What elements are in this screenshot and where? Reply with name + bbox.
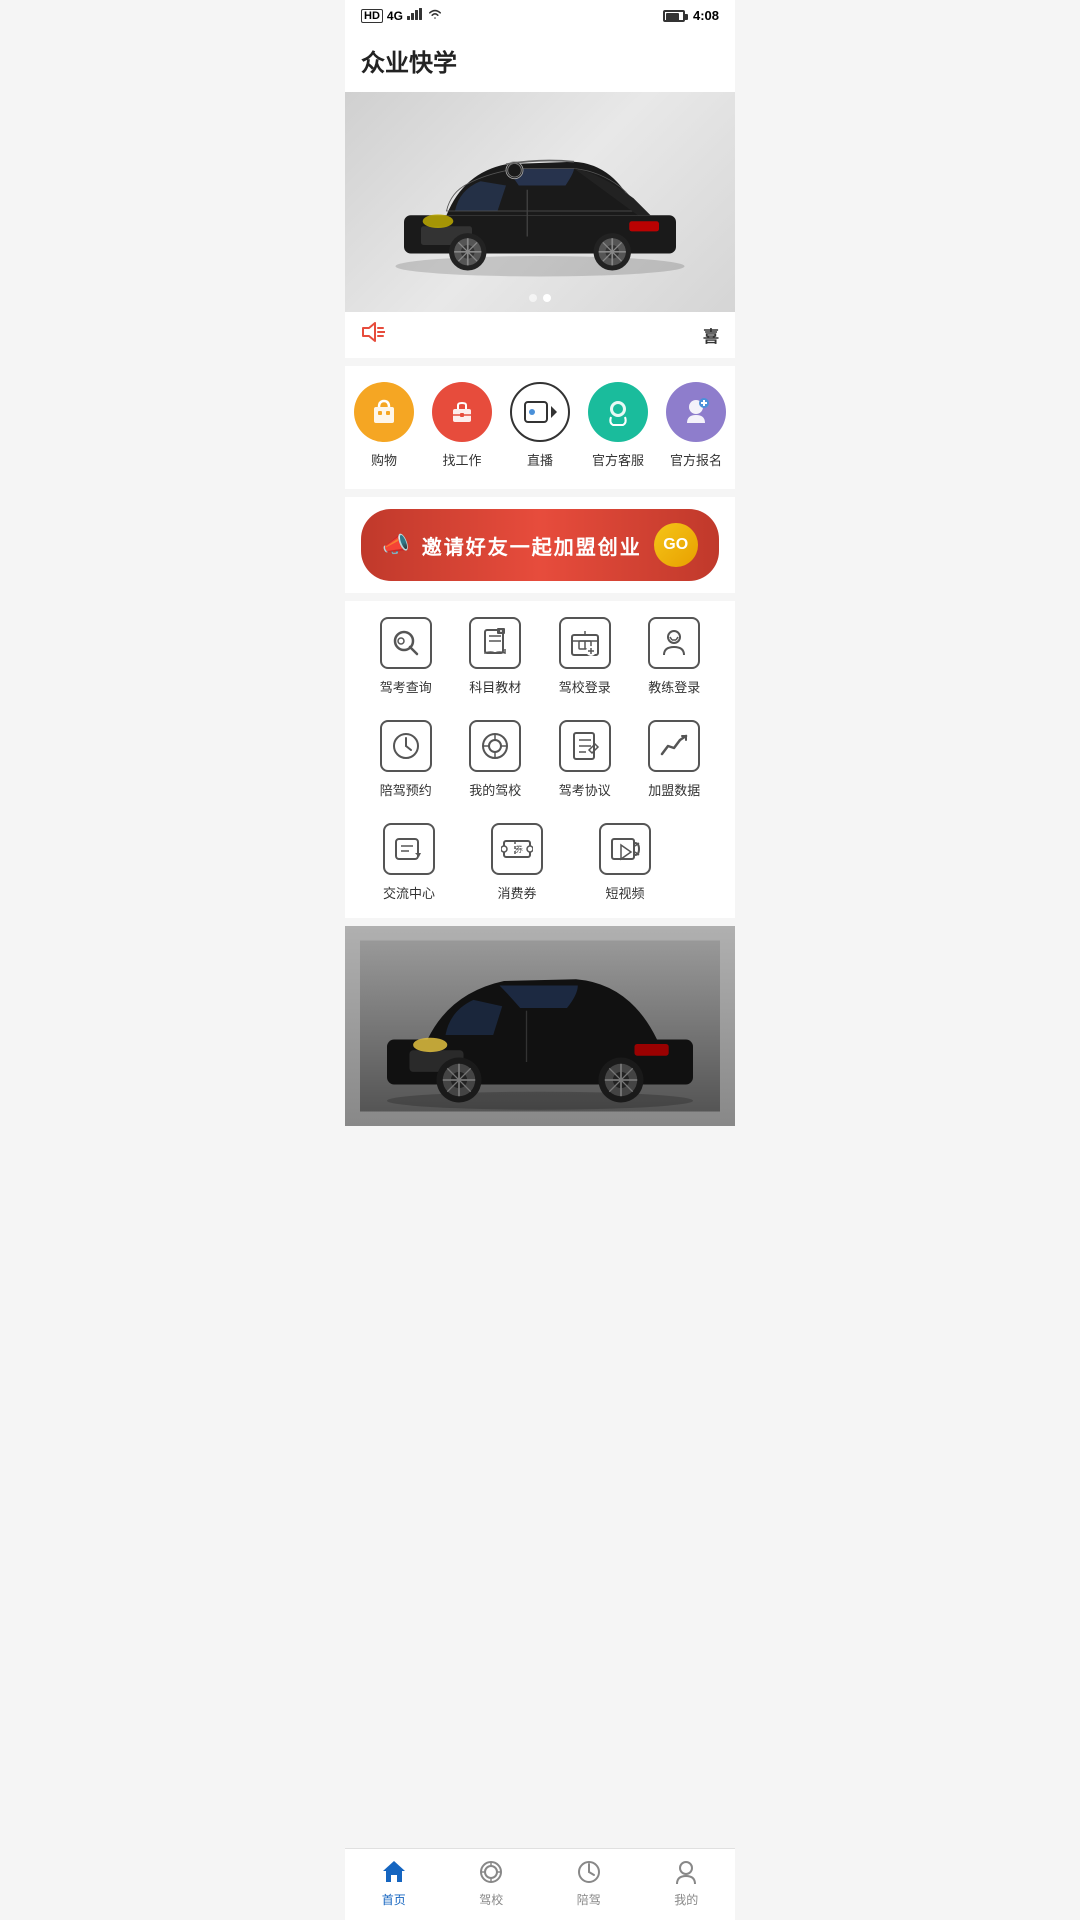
menu-item-shopping[interactable]: 购物 [354, 382, 414, 469]
mine-icon [671, 1857, 701, 1887]
join-data-label: 加盟数据 [648, 780, 700, 799]
megaphone-icon: 📣 [382, 532, 409, 558]
driving-school-icon [476, 1857, 506, 1887]
join-data-icon [648, 720, 700, 772]
quick-menu: 购物 找工作 直播 [345, 366, 735, 489]
menu-item-service[interactable]: 官方客服 [588, 382, 648, 469]
exchange-icon [383, 823, 435, 875]
menu-item-register[interactable]: 官方报名 [666, 382, 726, 469]
menu-item-live[interactable]: 直播 [510, 382, 570, 469]
nav-escort[interactable]: 陪驾 [574, 1857, 604, 1908]
exam-query-label: 驾考查询 [380, 677, 432, 696]
driving-school-label: 驾校 [479, 1891, 503, 1908]
escort-icon [574, 1857, 604, 1887]
live-label: 直播 [527, 450, 553, 469]
hd-badge: HD [361, 9, 383, 23]
nav-mine[interactable]: 我的 [671, 1857, 701, 1908]
func-textbook[interactable]: 科目教材 [455, 617, 535, 696]
escort-label: 陪驾 [577, 1891, 601, 1908]
func-join-data[interactable]: 加盟数据 [634, 720, 714, 799]
func-exchange[interactable]: 交流中心 [369, 823, 449, 902]
register-label: 官方报名 [670, 450, 722, 469]
status-left: HD 4G [361, 8, 443, 23]
home-icon [379, 1857, 409, 1887]
func-exam-protocol[interactable]: 驾考协议 [545, 720, 625, 799]
func-exam-query[interactable]: 驾考查询 [366, 617, 446, 696]
service-icon [588, 382, 648, 442]
battery-icon [663, 10, 685, 22]
svg-text:券: 券 [515, 844, 523, 854]
second-banner [345, 926, 735, 1126]
coupon-label: 消费券 [497, 883, 536, 902]
func-school-login[interactable]: 驾校登录 [545, 617, 625, 696]
school-login-label: 驾校登录 [559, 677, 611, 696]
exam-query-icon [380, 617, 432, 669]
wifi-icon [427, 8, 443, 23]
signal-icon [407, 8, 423, 23]
mine-label: 我的 [674, 1891, 698, 1908]
invite-button[interactable]: 📣 邀请好友一起加盟创业 GO [361, 509, 719, 581]
textbook-label: 科目教材 [469, 677, 521, 696]
shopping-label: 购物 [371, 450, 397, 469]
app-title: 众业快学 [345, 31, 735, 92]
dot-1 [529, 294, 537, 302]
escort-book-icon [380, 720, 432, 772]
exam-protocol-icon [559, 720, 611, 772]
invite-banner-container[interactable]: 📣 邀请好友一起加盟创业 GO [345, 497, 735, 593]
func-short-video[interactable]: 短视频 [585, 823, 665, 902]
speaker-icon [361, 322, 385, 348]
textbook-icon [469, 617, 521, 669]
func-row-3: 交流中心 券 消费券 [361, 823, 719, 902]
short-video-label: 短视频 [605, 883, 644, 902]
time-display: 4:08 [693, 8, 719, 23]
func-escort-book[interactable]: 陪驾预约 [366, 720, 446, 799]
func-my-school[interactable]: 我的驾校 [455, 720, 535, 799]
banner-dots [529, 294, 551, 302]
status-right: 4:08 [663, 8, 719, 23]
hero-banner[interactable] [345, 92, 735, 312]
dot-2 [543, 294, 551, 302]
nav-driving-school[interactable]: 驾校 [476, 1857, 506, 1908]
register-icon [666, 382, 726, 442]
bottom-nav: 首页 驾校 陪驾 [345, 1848, 735, 1920]
home-label: 首页 [382, 1891, 406, 1908]
func-coupon[interactable]: 券 消费券 [477, 823, 557, 902]
func-row-2: 陪驾预约 我的驾校 [361, 720, 719, 799]
job-icon [432, 382, 492, 442]
invite-text: 邀请好友一起加盟创业 [422, 531, 642, 560]
shopping-icon [354, 382, 414, 442]
exam-protocol-label: 驾考协议 [559, 780, 611, 799]
service-label: 官方客服 [592, 450, 644, 469]
function-grid: 驾考查询 科目教材 [345, 601, 735, 918]
announcement-bar: 喜 [345, 312, 735, 358]
coach-login-icon [648, 617, 700, 669]
nav-home[interactable]: 首页 [379, 1857, 409, 1908]
my-school-label: 我的驾校 [469, 780, 521, 799]
live-icon [510, 382, 570, 442]
banner-car-image [345, 92, 735, 312]
menu-item-job[interactable]: 找工作 [432, 382, 492, 469]
func-row-1: 驾考查询 科目教材 [361, 617, 719, 696]
short-video-icon [599, 823, 651, 875]
my-school-icon [469, 720, 521, 772]
coupon-icon: 券 [491, 823, 543, 875]
network-badge: 4G [387, 9, 403, 23]
func-coach-login[interactable]: 教练登录 [634, 617, 714, 696]
status-bar: HD 4G 4:08 [345, 0, 735, 31]
go-button[interactable]: GO [654, 523, 698, 567]
escort-book-label: 陪驾预约 [380, 780, 432, 799]
job-label: 找工作 [442, 450, 481, 469]
school-login-icon [559, 617, 611, 669]
ann-right-char: 喜 [703, 323, 719, 347]
coach-login-label: 教练登录 [648, 677, 700, 696]
exchange-label: 交流中心 [383, 883, 435, 902]
